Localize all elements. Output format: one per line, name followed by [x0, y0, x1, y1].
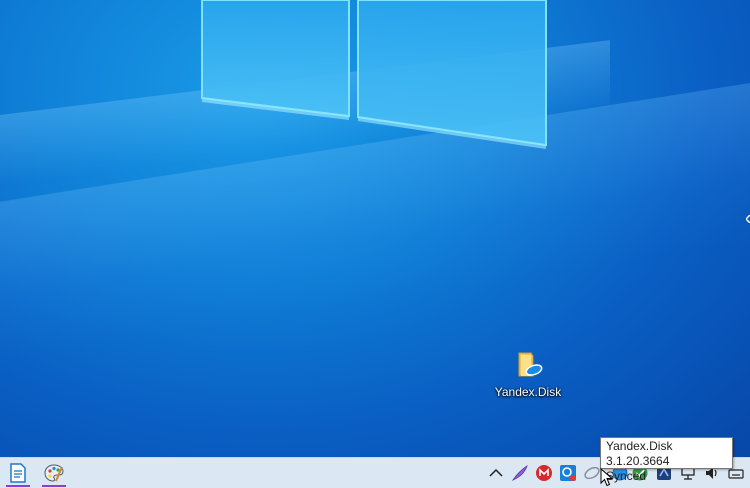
feather-pen-icon[interactable]: [511, 464, 529, 482]
tooltip-status-text: Synced: [606, 469, 647, 483]
desktop-icon-label: Yandex.Disk: [494, 385, 562, 399]
chevron-up-icon[interactable]: [487, 464, 505, 482]
yandex-disk-tooltip: Yandex.Disk 3.1.20.3664 Synced: [600, 437, 733, 483]
windows-logo-window: [201, 0, 547, 149]
tooltip-version-text: Yandex.Disk 3.1.20.3664: [606, 439, 673, 468]
paint-palette-icon: [44, 463, 64, 482]
shield-icon[interactable]: [559, 464, 577, 482]
mega-icon[interactable]: [535, 464, 553, 482]
yandex-disk-folder-icon: [518, 352, 543, 377]
desktop-background: Yandex.Disk: [0, 0, 750, 457]
taskbar-app-paint[interactable]: [38, 458, 70, 487]
edge-indicator-icon: [746, 215, 750, 223]
taskbar-app-notepad[interactable]: [2, 458, 34, 487]
notepad-icon: [10, 462, 26, 483]
desktop-icon-yandex-disk[interactable]: Yandex.Disk: [492, 348, 564, 399]
yandex-disk-tray-icon[interactable]: [583, 464, 601, 482]
mouse-cursor-icon: [600, 468, 614, 487]
